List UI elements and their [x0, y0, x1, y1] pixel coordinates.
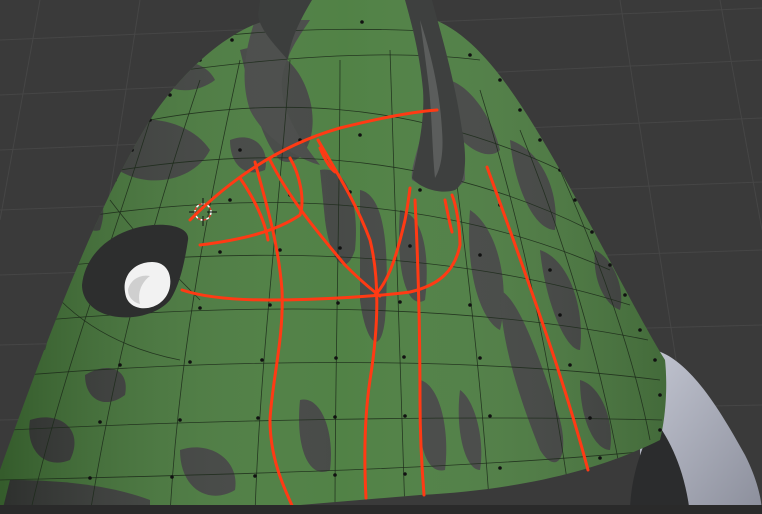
viewport-canvas[interactable]: [0, 0, 762, 514]
3d-viewport[interactable]: [0, 0, 762, 514]
viewport-bottom-edge: [0, 505, 762, 514]
